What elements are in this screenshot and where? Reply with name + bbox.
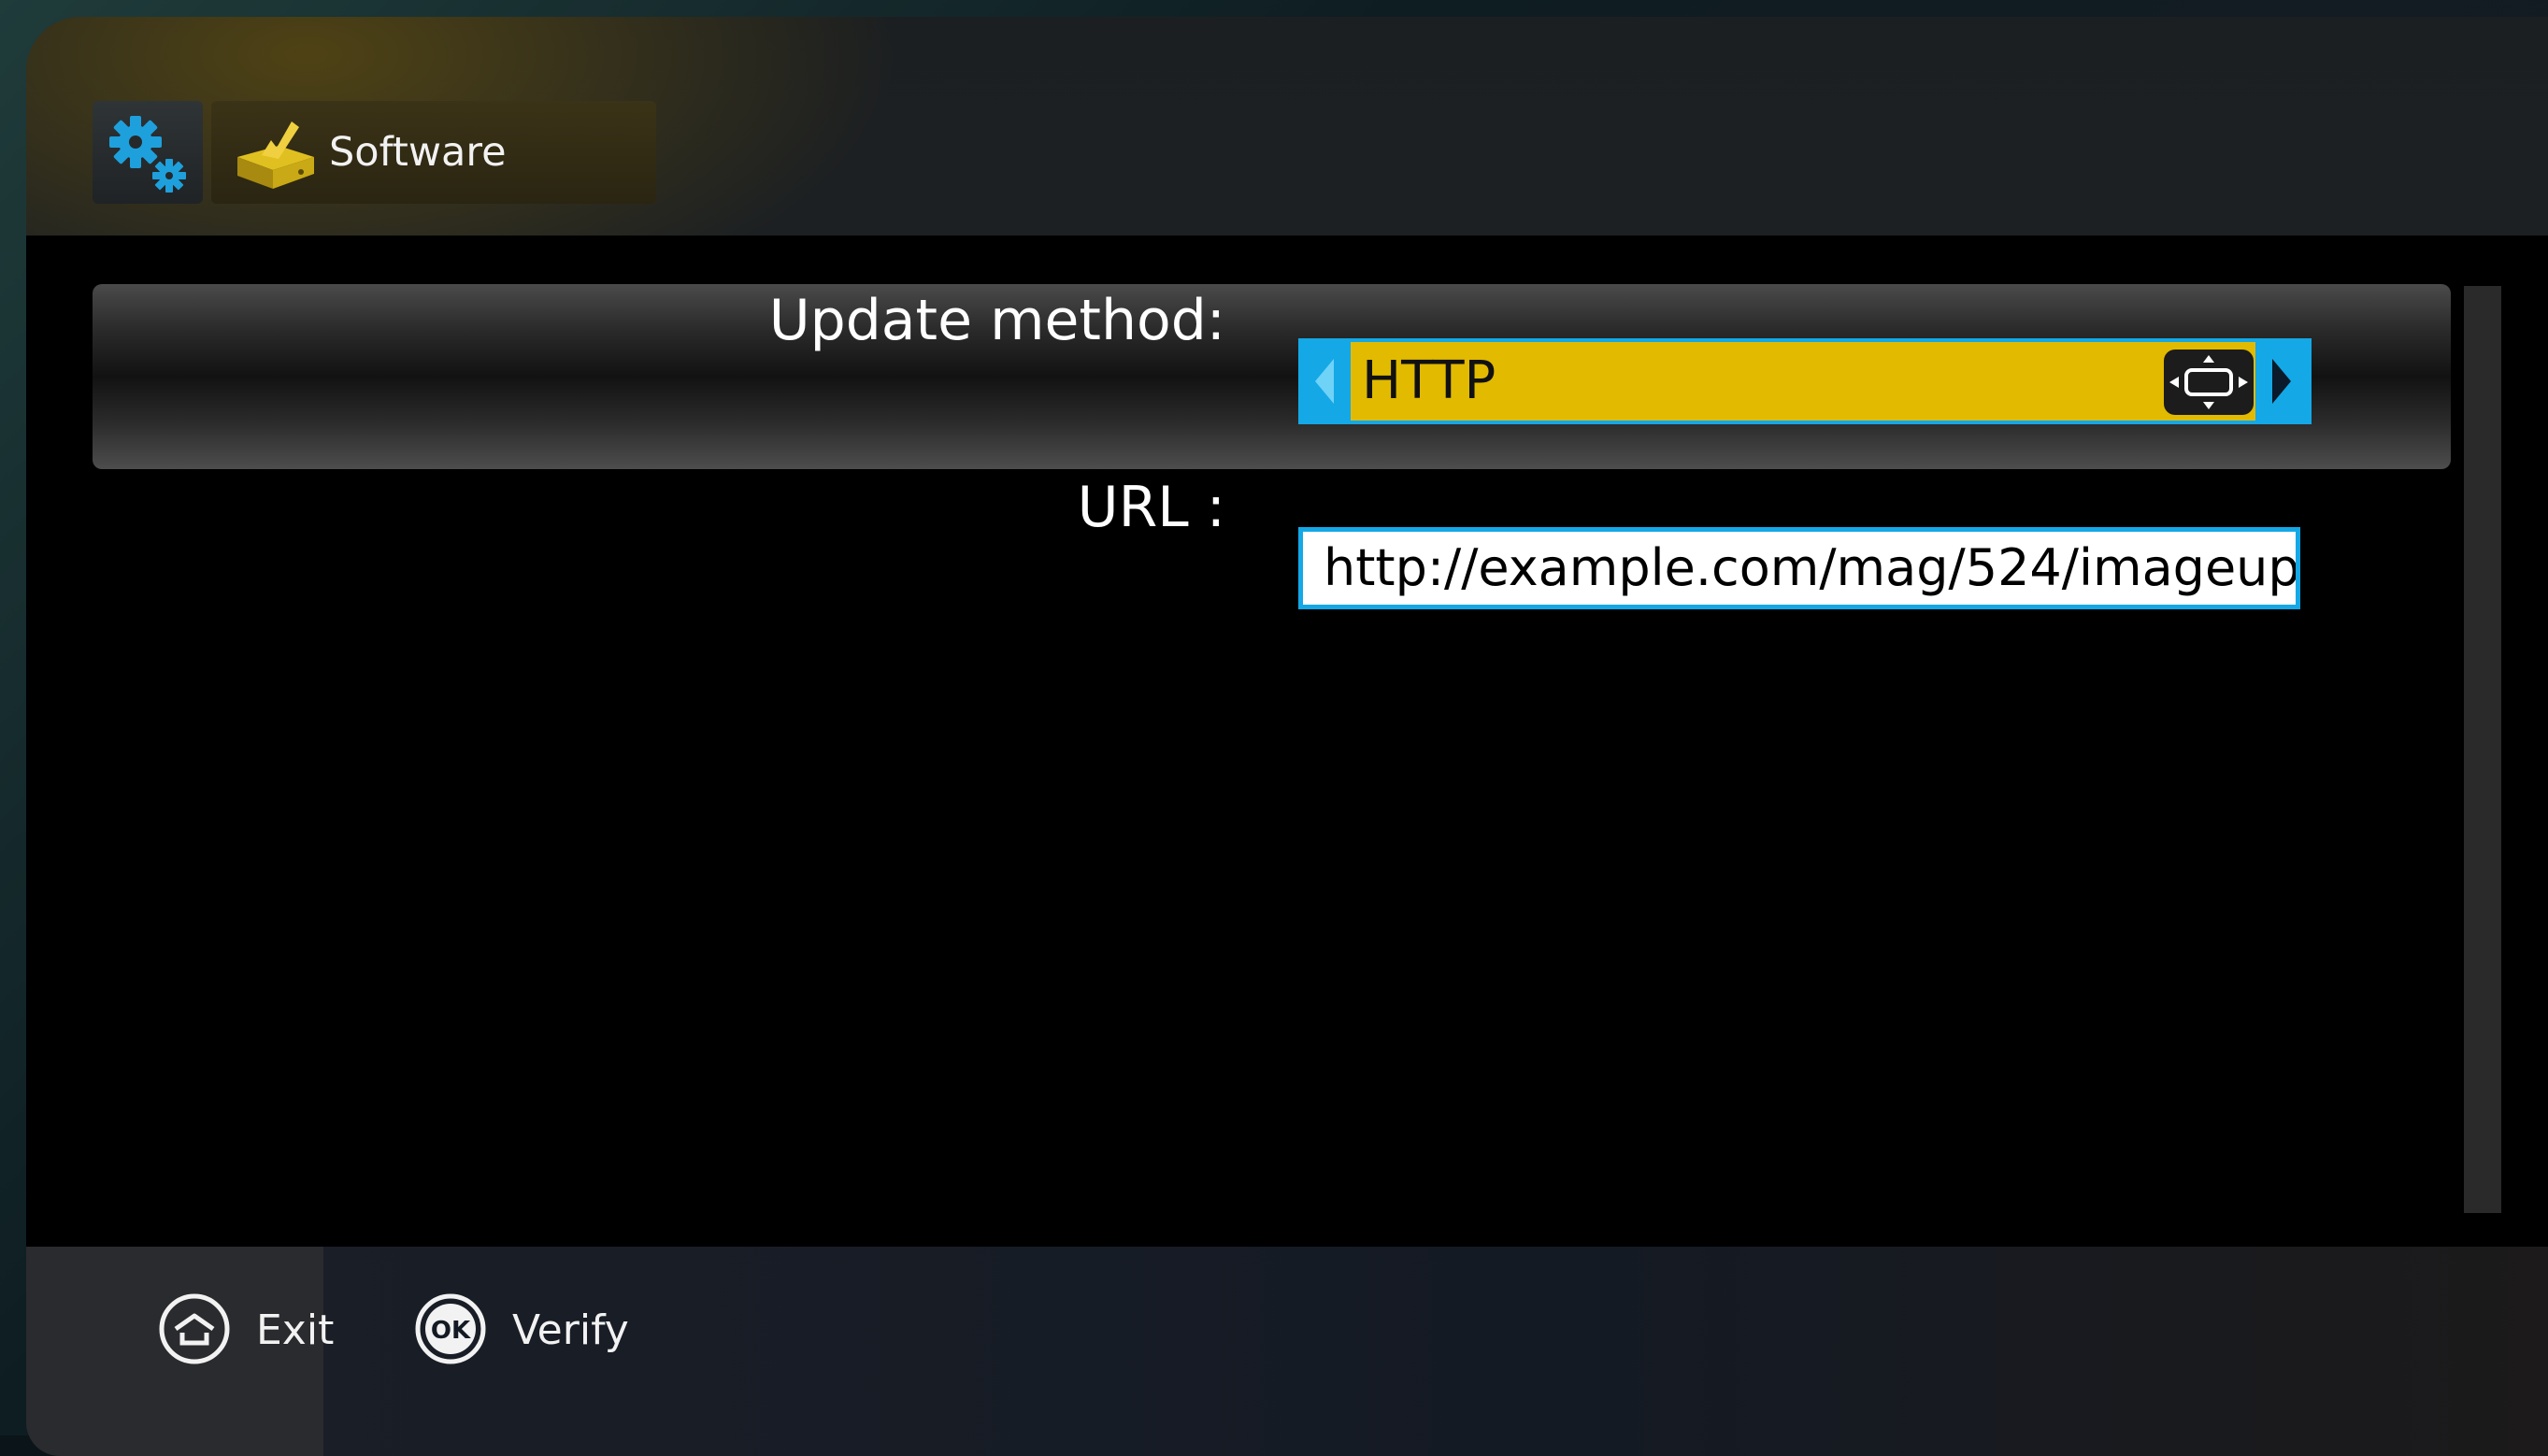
page-title: Software update bbox=[329, 129, 507, 278]
ok-key-label: OK bbox=[431, 1317, 471, 1345]
header: Software update bbox=[26, 17, 2548, 278]
arrow-left-icon[interactable] bbox=[1311, 357, 1338, 406]
scrollbar[interactable] bbox=[2464, 286, 2501, 1213]
url-value: http://example.com/mag/524/imageupd bbox=[1324, 538, 2300, 597]
settings-window: Software update Update method: HTTP bbox=[26, 17, 2548, 1456]
settings-content: Update method: HTTP URL: http://example… bbox=[26, 236, 2548, 1247]
arrow-right-icon[interactable] bbox=[2269, 357, 2295, 406]
exit-label: Exit bbox=[256, 1306, 335, 1354]
settings-tile[interactable] bbox=[93, 101, 203, 204]
url-input[interactable]: http://example.com/mag/524/imageupd bbox=[1298, 527, 2300, 609]
verify-button[interactable]: OK Verify bbox=[389, 1247, 669, 1415]
update-method-selector[interactable]: HTTP bbox=[1298, 338, 2312, 424]
ok-icon: OK bbox=[415, 1293, 486, 1364]
update-method-value-box: HTTP bbox=[1351, 342, 2255, 421]
gears-icon bbox=[109, 116, 186, 193]
software-update-icon bbox=[237, 121, 314, 189]
screen-mode-icon bbox=[2164, 350, 2254, 415]
home-icon bbox=[159, 1293, 230, 1364]
update-method-label: Update method: bbox=[768, 288, 1225, 353]
software-update-tab[interactable]: Software update bbox=[211, 101, 656, 278]
verify-label: Verify bbox=[512, 1306, 629, 1354]
exit-button[interactable]: Exit bbox=[129, 1247, 335, 1415]
footer-bar: Exit OK Verify bbox=[26, 1247, 2548, 1456]
url-label: URL : bbox=[1077, 475, 1225, 540]
update-method-value: HTTP bbox=[1362, 350, 1496, 411]
screen-background: Software update Update method: HTTP bbox=[0, 0, 2548, 1456]
